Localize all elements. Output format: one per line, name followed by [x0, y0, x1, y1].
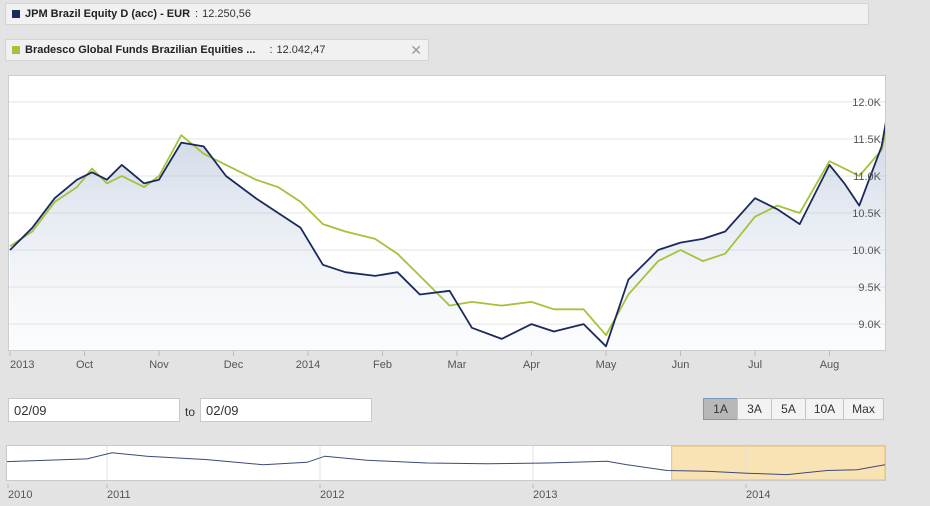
- y-tick-label: 10.5K: [852, 208, 881, 220]
- date-to-label: to: [185, 405, 196, 419]
- range-button-1a[interactable]: 1A: [703, 398, 738, 420]
- x-tick-label: Apr: [523, 359, 540, 371]
- date-to-input[interactable]: [200, 398, 372, 422]
- y-tick-label: 9.5K: [858, 282, 881, 294]
- series-area: [10, 83, 893, 351]
- x-tick-label: Aug: [820, 359, 840, 371]
- range-button-5a[interactable]: 5A: [771, 398, 806, 420]
- x-tick-label: Jun: [672, 359, 690, 371]
- series-swatch-jpm: [12, 10, 20, 18]
- navigator-chart: [6, 445, 886, 481]
- legend-series-value: 12.250,56: [202, 8, 252, 20]
- legend-separator: :: [269, 44, 273, 56]
- x-tick-label: May: [596, 359, 617, 371]
- navigator-selection[interactable]: [671, 445, 886, 481]
- legend-series-value: 12.042,47: [276, 44, 326, 56]
- legend-item-jpm[interactable]: JPM Brazil Equity D (acc) - EUR : 12.250…: [5, 3, 869, 25]
- navigator[interactable]: [6, 445, 886, 481]
- navigator-tick-label: 2011: [107, 489, 131, 501]
- chart-area[interactable]: 9.0K 9.5K 10.0K 10.5K 11.0K 11.5K 12.0K: [8, 75, 894, 351]
- navigator-tick-label: 2014: [746, 489, 770, 501]
- date-from-input[interactable]: [8, 398, 180, 422]
- range-selector: 1A 3A 5A 10A Max: [703, 398, 884, 420]
- legend-separator: :: [195, 8, 199, 20]
- y-tick-label: 9.0K: [858, 319, 881, 331]
- navigator-tick-label: 2013: [533, 489, 557, 501]
- x-axis: 2013 Oct Nov Dec 2014 Feb Mar Apr May Jun Jul Aug: [9, 351, 840, 371]
- navigator-tick-label: 2010: [8, 489, 32, 501]
- x-tick-label: 2014: [296, 359, 320, 371]
- line-chart: 9.0K 9.5K 10.0K 10.5K 11.0K 11.5K 12.0K: [9, 83, 894, 351]
- range-button-10a[interactable]: 10A: [805, 398, 844, 420]
- x-tick-label: 2013: [10, 359, 34, 371]
- range-button-max[interactable]: Max: [843, 398, 884, 420]
- y-tick-label: 10.0K: [852, 245, 881, 257]
- range-button-3a[interactable]: 3A: [737, 398, 772, 420]
- x-tick-label: Jul: [748, 359, 762, 371]
- x-tick-label: Nov: [149, 359, 169, 371]
- y-tick-label: 12.0K: [852, 97, 881, 109]
- series-swatch-bradesco: [12, 46, 20, 54]
- x-tick-label: Mar: [448, 359, 467, 371]
- x-tick-label: Dec: [224, 359, 244, 371]
- y-tick-label: 11.0K: [853, 171, 882, 183]
- legend-series-name: JPM Brazil Equity D (acc) - EUR: [25, 8, 191, 20]
- navigator-axis: 2010 2011 2012 2013 2014: [7, 484, 770, 501]
- y-tick-label: 11.5K: [853, 134, 882, 146]
- x-tick-label: Oct: [76, 359, 93, 371]
- x-tick-label: Feb: [373, 359, 392, 371]
- navigator-tick-label: 2012: [320, 489, 344, 501]
- legend-series-name: Bradesco Global Funds Brazilian Equities…: [25, 44, 256, 56]
- close-icon[interactable]: ✕: [410, 42, 422, 59]
- legend-item-bradesco[interactable]: Bradesco Global Funds Brazilian Equities…: [5, 39, 429, 61]
